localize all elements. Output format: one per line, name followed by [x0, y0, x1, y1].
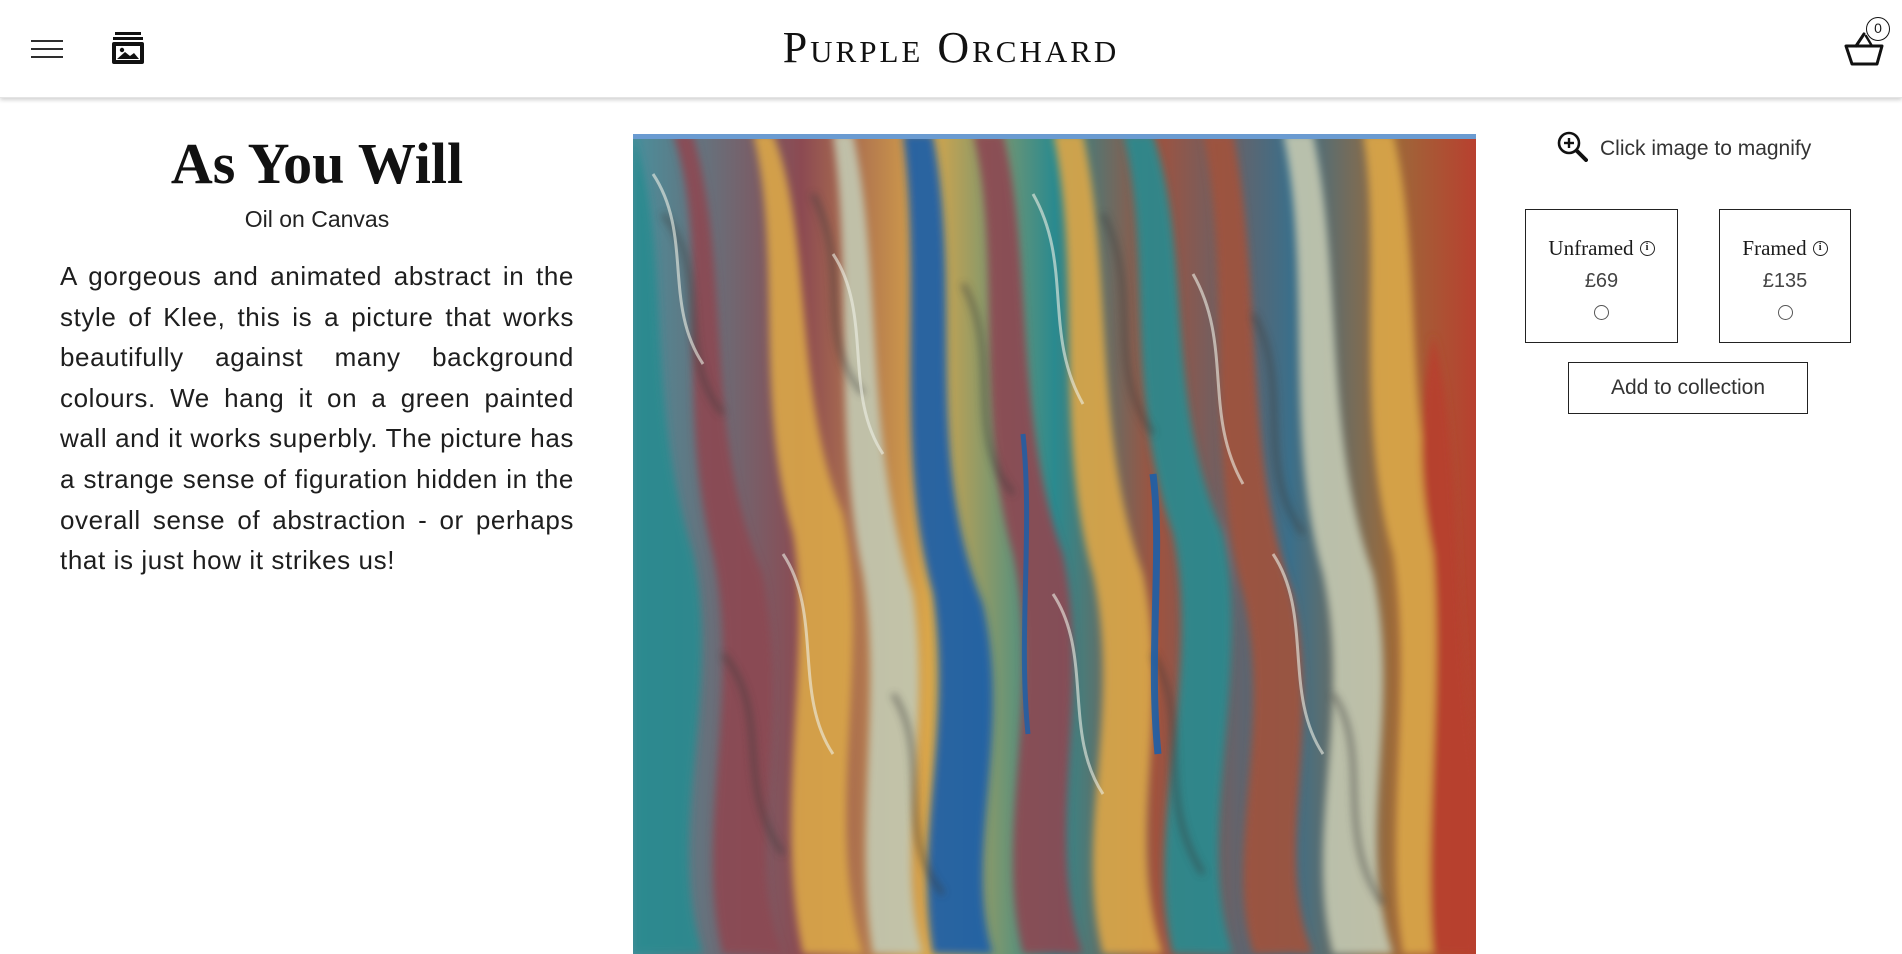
option-unframed-radio[interactable] [1594, 305, 1609, 320]
magnify-plus-icon [1556, 130, 1588, 168]
artwork-description: A gorgeous and animated abstract in the … [60, 261, 574, 576]
abstract-painting-graphic[interactable] [633, 134, 1476, 954]
magnify-hint: Click image to magnify [1556, 131, 1811, 167]
framing-options: Unframed i £69 Framed i £135 [1525, 209, 1851, 343]
option-unframed-label: Unframed [1548, 236, 1634, 260]
option-framed-price: £135 [1762, 270, 1808, 292]
option-framed-label: Framed [1742, 236, 1807, 260]
info-icon[interactable]: i [1639, 241, 1655, 256]
option-framed-header: Framed i [1720, 236, 1850, 261]
artwork-medium: Oil on Canvas [244, 206, 390, 232]
artwork-info: As You Will Oil on Canvas A gorgeous and… [60, 130, 574, 581]
artwork-title: As You Will [170, 131, 464, 196]
artwork-image[interactable] [633, 134, 1476, 954]
add-to-collection-button[interactable]: Add to collection [1568, 362, 1808, 414]
magnify-hint-label: Click image to magnify [1600, 137, 1812, 160]
option-unframed-price: £69 [1584, 270, 1619, 292]
option-unframed-header: Unframed i [1526, 236, 1677, 261]
cart-count-badge: 0 [1866, 17, 1890, 41]
option-framed-radio[interactable] [1777, 305, 1793, 320]
info-icon[interactable]: i [1812, 241, 1828, 256]
site-brand[interactable]: Purple Orchard [0, 22, 1902, 78]
option-framed[interactable]: Framed i £135 [1719, 209, 1851, 343]
site-header: Purple Orchard 0 [0, 0, 1902, 98]
option-unframed[interactable]: Unframed i £69 [1525, 209, 1678, 343]
